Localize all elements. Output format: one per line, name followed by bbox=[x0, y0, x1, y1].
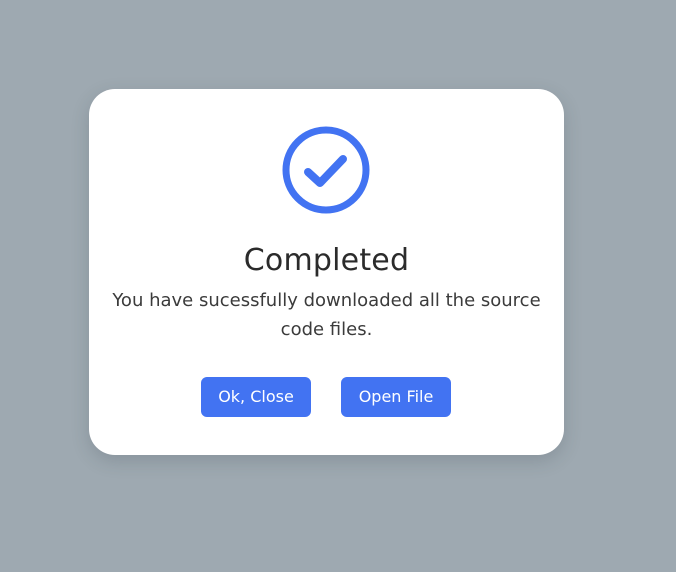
dialog-title: Completed bbox=[243, 243, 410, 278]
check-circle-icon bbox=[282, 126, 370, 214]
ok-close-button[interactable]: Ok, Close bbox=[201, 377, 311, 417]
open-file-button[interactable]: Open File bbox=[341, 377, 451, 417]
dialog-message: You have sucessfully downloaded all the … bbox=[112, 290, 541, 340]
completion-dialog: Completed You have sucessfully downloade… bbox=[89, 89, 564, 455]
